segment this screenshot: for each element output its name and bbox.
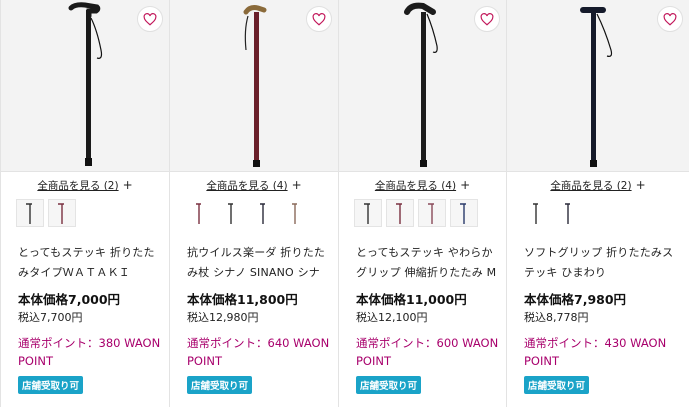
store-pickup-badge: 店舗受取り可 xyxy=(18,376,84,394)
variant-thumbnail[interactable] xyxy=(16,199,44,227)
product-points: 通常ポイント：380 WAON POINT xyxy=(18,336,161,368)
product-price: 本体価格11,800円 xyxy=(187,292,298,307)
variant-thumbnail[interactable] xyxy=(450,199,478,227)
see-all-variants[interactable]: 全商品を見る (2) + xyxy=(1,178,169,193)
product-price: 本体価格11,000円 xyxy=(356,292,467,307)
plus-icon[interactable]: + xyxy=(460,178,470,192)
favorite-button[interactable] xyxy=(657,6,683,32)
store-pickup-badge: 店舗受取り可 xyxy=(524,376,590,394)
variant-thumbnails xyxy=(185,199,309,227)
favorite-button[interactable] xyxy=(306,6,332,32)
product-image[interactable] xyxy=(1,0,169,172)
cane-thumb-icon xyxy=(396,203,402,224)
cane-thumb-icon xyxy=(292,203,297,224)
cane-thumb-icon xyxy=(364,203,370,224)
product-price: 本体価格7,000円 xyxy=(18,292,121,307)
variant-thumbnail[interactable] xyxy=(185,199,213,227)
see-all-variants[interactable]: 全商品を見る (4) + xyxy=(170,178,338,193)
cane-thumb-icon xyxy=(565,203,570,224)
product-image[interactable] xyxy=(339,0,506,172)
product-tax-price: 税込8,778円 xyxy=(524,311,589,324)
product-tax-price: 税込7,700円 xyxy=(18,311,83,324)
product-price: 本体価格7,980円 xyxy=(524,292,627,307)
variant-thumbnails xyxy=(354,199,478,227)
product-card[interactable]: 全商品を見る (2) + ソフトグリップ 折りたたみステッキ ひまわり 本体価格7… xyxy=(507,0,689,407)
see-all-variants[interactable]: 全商品を見る (2) + xyxy=(507,178,689,193)
variant-thumbnail[interactable] xyxy=(281,199,309,227)
cane-thumb-icon xyxy=(428,203,434,224)
heart-outline-icon xyxy=(663,12,677,26)
variant-thumbnail[interactable] xyxy=(354,199,382,227)
store-pickup-badge: 店舗受取り可 xyxy=(187,376,253,394)
heart-outline-icon xyxy=(480,12,494,26)
variant-thumbnail[interactable] xyxy=(522,199,550,227)
store-pickup-badge: 店舗受取り可 xyxy=(356,376,422,394)
product-name[interactable]: とってもステッキ やわらかグリップ 伸縮折りたたみ Mサイズ… xyxy=(356,243,498,283)
plus-icon[interactable]: + xyxy=(292,178,302,192)
plus-icon[interactable]: + xyxy=(123,178,133,192)
product-card[interactable]: 全商品を見る (4) + 抗ウイルス楽ーダ 折りたたみ杖 シナノ SINANO シ… xyxy=(170,0,339,407)
favorite-button[interactable] xyxy=(137,6,163,32)
cane-thumb-icon xyxy=(196,203,201,224)
cane-thumb-icon xyxy=(58,203,64,224)
cane-thumb-icon xyxy=(460,203,466,224)
cane-thumb-icon xyxy=(26,203,32,224)
product-card[interactable]: 全商品を見る (2) + とってもステッキ 折りたたみタイプＷＡＴＡＫＩ 本体価格… xyxy=(0,0,170,407)
cane-thumb-icon xyxy=(228,203,233,224)
plus-icon[interactable]: + xyxy=(636,178,646,192)
see-all-link[interactable]: 全商品を見る (2) xyxy=(550,180,631,192)
product-points: 通常ポイント：430 WAON POINT xyxy=(524,336,667,368)
heart-outline-icon xyxy=(312,12,326,26)
variant-thumbnail[interactable] xyxy=(48,199,76,227)
heart-outline-icon xyxy=(143,12,157,26)
variant-thumbnail[interactable] xyxy=(217,199,245,227)
product-name[interactable]: 抗ウイルス楽ーダ 折りたたみ杖 シナノ SINANO シナノ xyxy=(187,243,330,283)
product-points: 通常ポイント：640 WAON POINT xyxy=(187,336,330,368)
product-points: 通常ポイント：600 WAON POINT xyxy=(356,336,499,368)
cane-thumb-icon xyxy=(260,203,265,224)
product-name[interactable]: ソフトグリップ 折りたたみステッキ ひまわり xyxy=(524,243,681,283)
variant-thumbnail[interactable] xyxy=(386,199,414,227)
product-grid: 全商品を見る (2) + とってもステッキ 折りたたみタイプＷＡＴＡＫＩ 本体価格… xyxy=(0,0,689,407)
cane-thumb-icon xyxy=(533,203,538,224)
product-image[interactable] xyxy=(170,0,338,172)
product-name[interactable]: とってもステッキ 折りたたみタイプＷＡＴＡＫＩ xyxy=(18,243,161,283)
variant-thumbnails xyxy=(16,199,76,227)
variant-thumbnail[interactable] xyxy=(554,199,582,227)
see-all-variants[interactable]: 全商品を見る (4) + xyxy=(339,178,506,193)
variant-thumbnails xyxy=(522,199,582,227)
variant-thumbnail[interactable] xyxy=(249,199,277,227)
product-image[interactable] xyxy=(507,0,689,172)
product-tax-price: 税込12,980円 xyxy=(187,311,259,324)
variant-thumbnail[interactable] xyxy=(418,199,446,227)
product-tax-price: 税込12,100円 xyxy=(356,311,428,324)
see-all-link[interactable]: 全商品を見る (4) xyxy=(206,180,287,192)
product-card[interactable]: 全商品を見る (4) + とってもステッキ やわらかグリップ 伸縮折りたたみ Mサ… xyxy=(339,0,507,407)
see-all-link[interactable]: 全商品を見る (2) xyxy=(37,180,118,192)
favorite-button[interactable] xyxy=(474,6,500,32)
see-all-link[interactable]: 全商品を見る (4) xyxy=(375,180,456,192)
